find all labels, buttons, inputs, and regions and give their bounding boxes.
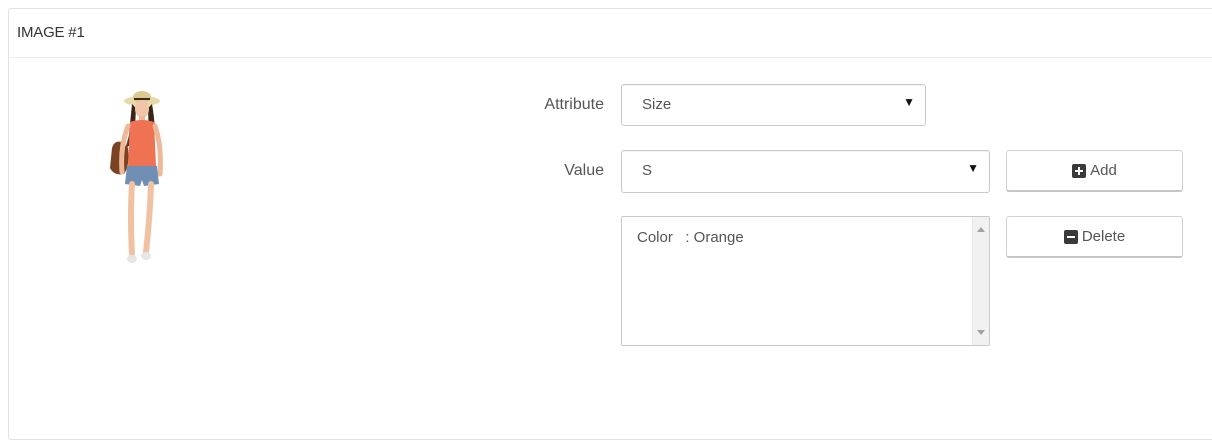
- list-scrollbar[interactable]: [972, 217, 989, 345]
- minus-square-icon: [1063, 229, 1078, 244]
- plus-square-icon: [1072, 163, 1087, 178]
- attribute-select[interactable]: Size ▼: [621, 84, 926, 126]
- panel-title: IMAGE #1: [9, 9, 1212, 58]
- combination-list[interactable]: Color : Orange: [621, 216, 990, 346]
- list-item[interactable]: Color : Orange: [637, 229, 744, 246]
- caret-down-icon: ▼: [967, 161, 979, 175]
- delete-button[interactable]: Delete: [1006, 216, 1183, 258]
- attribute-label: Attribute: [544, 96, 604, 113]
- delete-button-label: Delete: [1081, 228, 1126, 245]
- scroll-down-arrow-icon[interactable]: [977, 330, 985, 335]
- add-button-label: Add: [1090, 162, 1117, 179]
- add-button[interactable]: Add: [1006, 150, 1183, 192]
- value-select-value: S: [642, 162, 653, 179]
- value-select[interactable]: S ▼: [621, 150, 990, 193]
- value-label: Value: [564, 162, 604, 179]
- attribute-select-value: Size: [642, 96, 672, 113]
- scroll-up-arrow-icon[interactable]: [977, 227, 985, 232]
- caret-down-icon: ▼: [903, 95, 915, 109]
- product-image: [64, 76, 200, 276]
